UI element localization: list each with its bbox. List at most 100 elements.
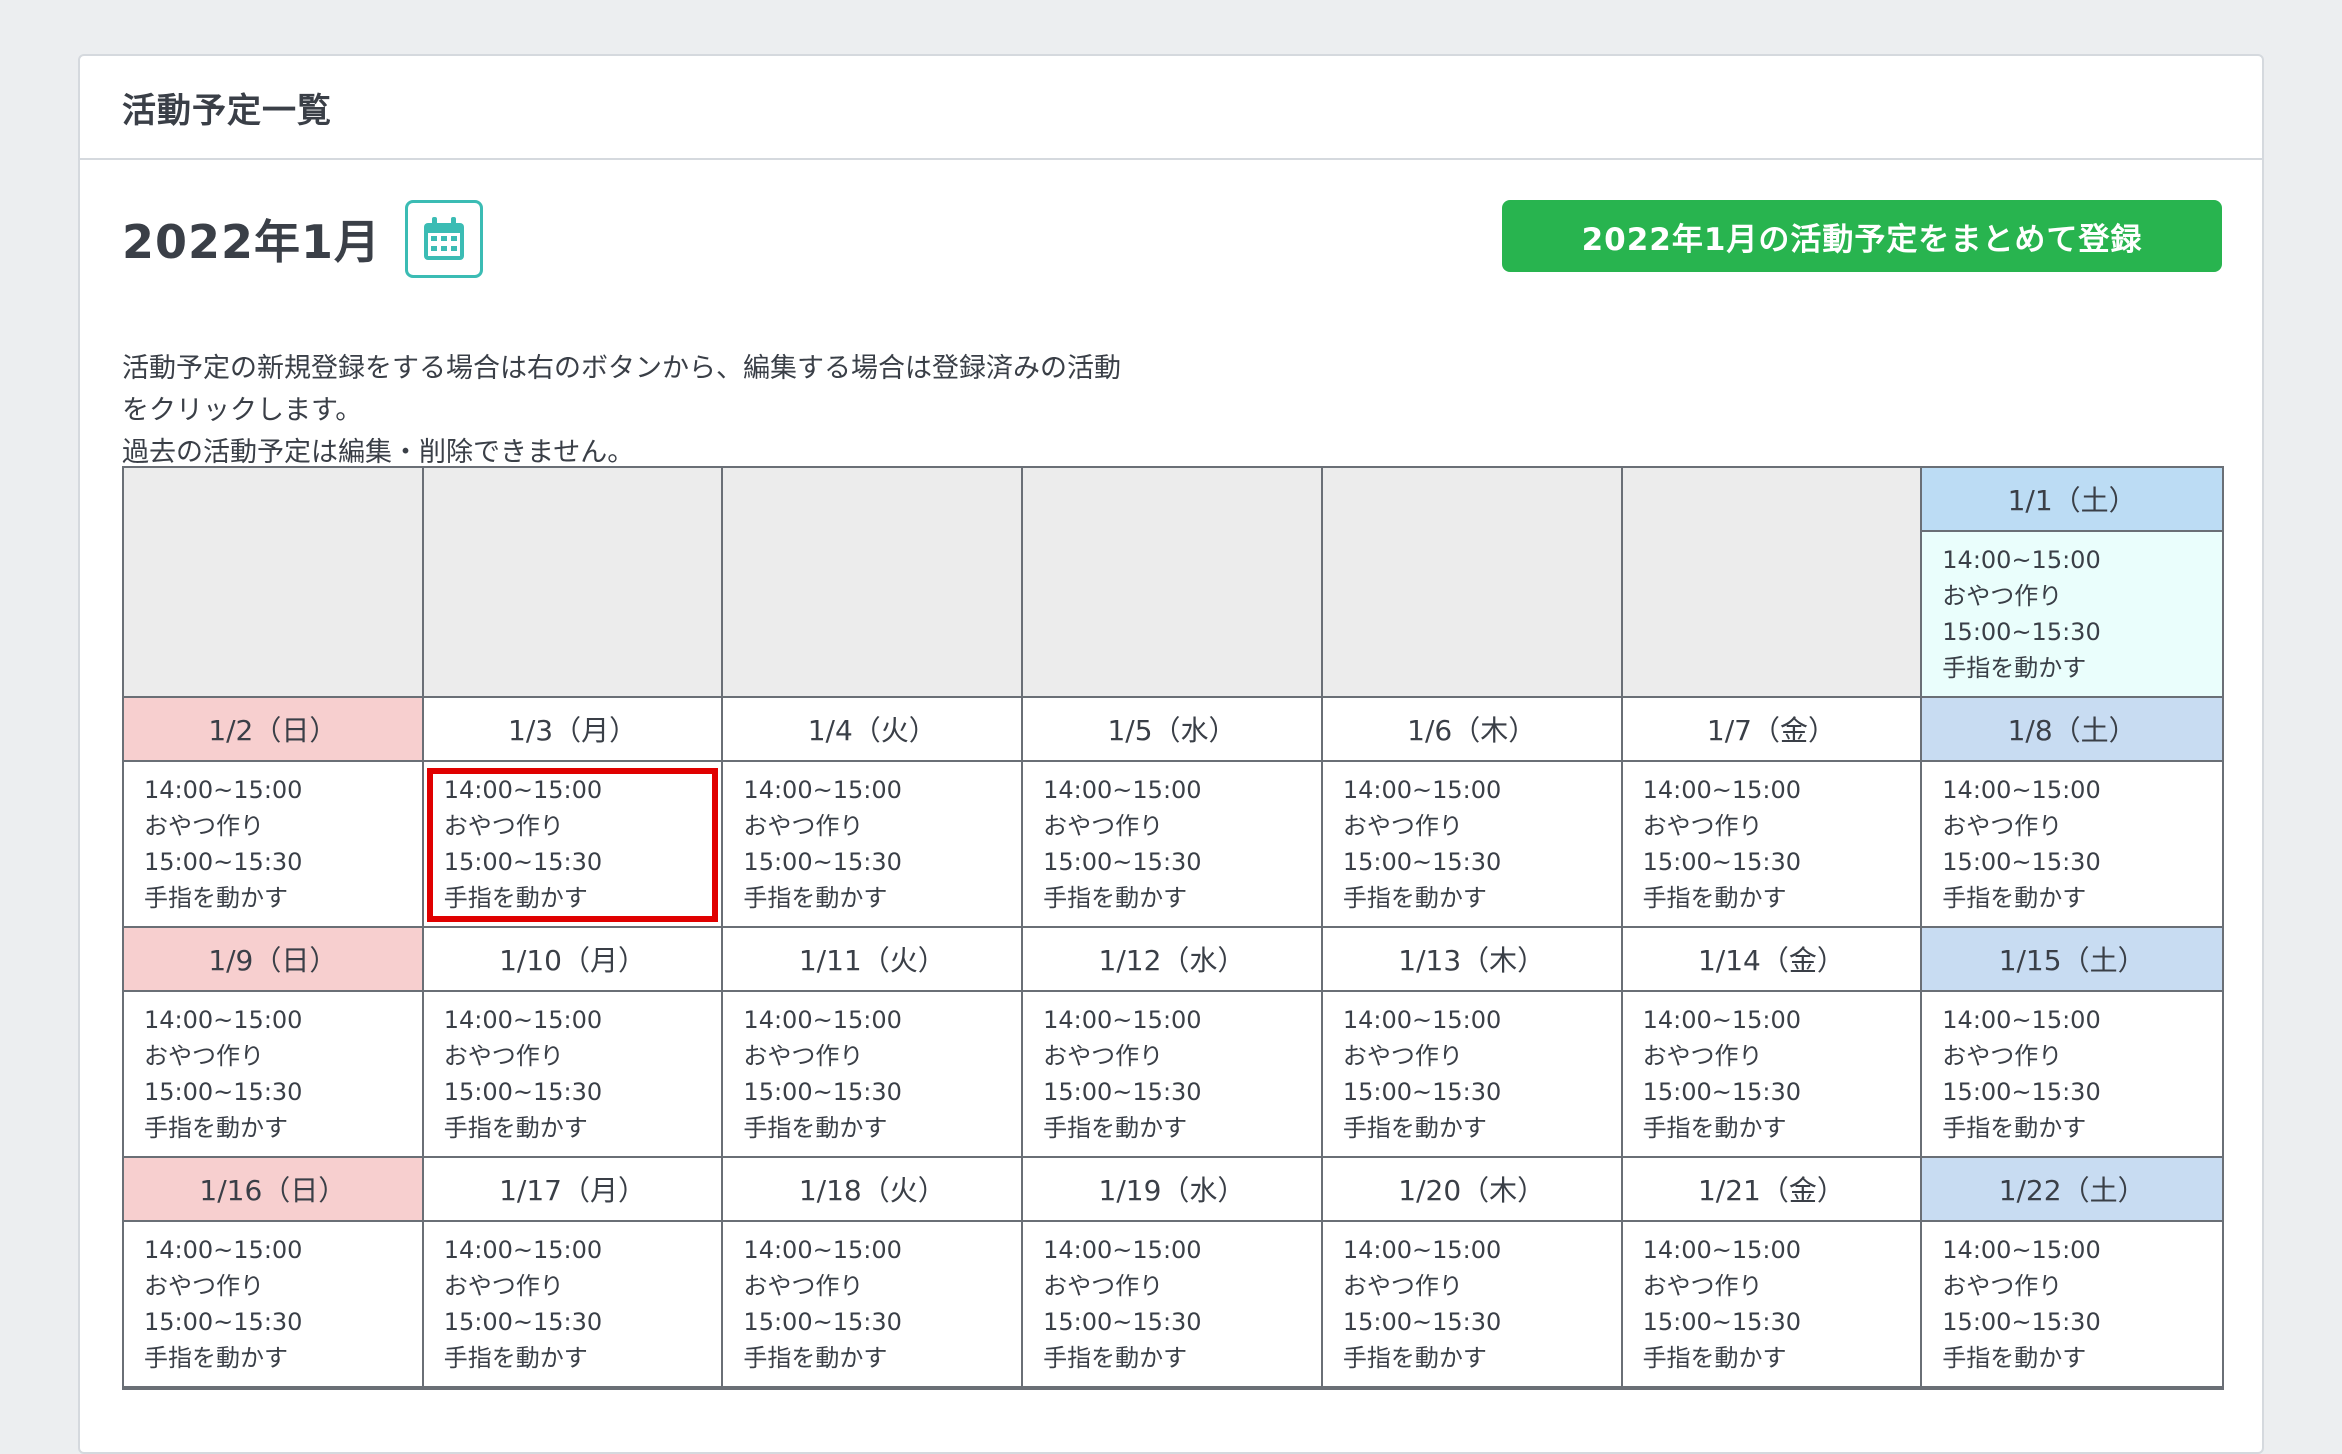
activity-entry[interactable]: 14:00~15:00 おやつ作り 15:00~15:30 手指を動かす: [723, 762, 1022, 926]
activity-name: おやつ作り: [1342, 1042, 1463, 1070]
activity-name: おやつ作り: [1642, 1272, 1763, 1300]
activity-name: おやつ作り: [443, 1042, 564, 1070]
calendar-day-cell: 1/8（土） 14:00~15:00 おやつ作り 15:00~15:30 手指を…: [1922, 698, 2222, 928]
calendar-day-cell: 1/3（月） 14:00~15:00 おやつ作り 15:00~15:30 手指を…: [423, 698, 724, 928]
activity-time: 15:00~15:30: [743, 848, 902, 876]
activity-entry[interactable]: 14:00~15:00 おやつ作り 15:00~15:30 手指を動かす: [1322, 992, 1621, 1156]
calendar-icon: [424, 217, 465, 260]
activity-entry[interactable]: 14:00~15:00 おやつ作り 15:00~15:30 手指を動かす: [423, 992, 722, 1156]
calendar-day-cell: 1/11（火） 14:00~15:00 おやつ作り 15:00~15:30 手指…: [723, 928, 1024, 1158]
activity-time: 14:00~15:00: [443, 776, 603, 804]
bulk-register-button[interactable]: 2022年1月の活動予定をまとめて登録: [1502, 200, 2222, 272]
activity-name: 手指を動かす: [1043, 1344, 1188, 1372]
activity-name: おやつ作り: [1942, 582, 2063, 610]
calendar-day-cell: 1/19（水） 14:00~15:00 おやつ作り 15:00~15:30 手指…: [1023, 1158, 1323, 1388]
day-header: 1/21（金）: [1622, 1158, 1921, 1222]
activity-entry[interactable]: 14:00~15:00 おやつ作り 15:00~15:30 手指を動かす: [124, 992, 422, 1156]
activity-time: 15:00~15:30: [743, 1078, 902, 1106]
activity-entry[interactable]: 14:00~15:00 おやつ作り 15:00~15:30 手指を動かす: [1622, 1222, 1921, 1386]
activity-time: 14:00~15:00: [1342, 1236, 1502, 1264]
activity-name: 手指を動かす: [1342, 1344, 1487, 1372]
activity-entry[interactable]: 14:00~15:00 おやつ作り 15:00~15:30 手指を動かす: [1922, 532, 2222, 696]
activity-time: 15:00~15:30: [1942, 1078, 2101, 1106]
calendar-day-cell: 1/5（水） 14:00~15:00 おやつ作り 15:00~15:30 手指を…: [1023, 698, 1323, 928]
calendar-empty-cell: [124, 468, 424, 698]
activity-name: 手指を動かす: [1642, 1114, 1787, 1142]
card-title: 活動予定一覧: [122, 90, 332, 131]
activity-time: 14:00~15:00: [1342, 776, 1502, 804]
activity-name: おやつ作り: [743, 1042, 864, 1070]
month-title: 2022年1月: [122, 215, 382, 269]
day-header: 1/17（月）: [423, 1158, 722, 1222]
activity-entry[interactable]: 14:00~15:00 おやつ作り 15:00~15:30 手指を動かす: [1622, 762, 1921, 926]
activity-name: おやつ作り: [1942, 1042, 2063, 1070]
calendar-empty-cell: [723, 468, 1024, 698]
day-header-saturday: 1/8（土）: [1922, 698, 2222, 762]
activity-name: おやつ作り: [144, 1272, 264, 1300]
activity-entry[interactable]: 14:00~15:00 おやつ作り 15:00~15:30 手指を動かす: [1023, 992, 1321, 1156]
calendar-day-cell: 1/9（日） 14:00~15:00 おやつ作り 15:00~15:30 手指を…: [124, 928, 424, 1158]
activity-name: おやつ作り: [144, 1042, 264, 1070]
day-header-saturday: 1/15（土）: [1922, 928, 2222, 992]
activity-name: 手指を動かす: [1043, 884, 1188, 912]
activity-entry[interactable]: 14:00~15:00 おやつ作り 15:00~15:30 手指を動かす: [1023, 1222, 1321, 1386]
activity-name: おやつ作り: [743, 1272, 864, 1300]
day-header: 1/11（火）: [723, 928, 1022, 992]
activity-time: 14:00~15:00: [1942, 1236, 2101, 1264]
activity-entry[interactable]: 14:00~15:00 おやつ作り 15:00~15:30 手指を動かす: [124, 1222, 422, 1386]
activity-time: 14:00~15:00: [743, 1236, 902, 1264]
calendar-day-cell: 1/21（金） 14:00~15:00 おやつ作り 15:00~15:30 手指…: [1622, 1158, 1923, 1388]
day-header: 1/14（金）: [1622, 928, 1921, 992]
activity-entry[interactable]: 14:00~15:00 おやつ作り 15:00~15:30 手指を動かす: [1922, 762, 2222, 926]
activity-time: 15:00~15:30: [144, 1078, 303, 1106]
activity-entry[interactable]: 14:00~15:00 おやつ作り 15:00~15:30 手指を動かす: [723, 1222, 1022, 1386]
activity-time: 15:00~15:30: [1342, 1078, 1502, 1106]
activity-entry[interactable]: 14:00~15:00 おやつ作り 15:00~15:30 手指を動かす: [1922, 992, 2222, 1156]
calendar-day-cell: 1/2（日） 14:00~15:00 おやつ作り 15:00~15:30 手指を…: [124, 698, 424, 928]
activity-time: 14:00~15:00: [1043, 1236, 1202, 1264]
activity-time: 15:00~15:30: [1942, 848, 2101, 876]
activity-name: 手指を動かす: [1642, 884, 1787, 912]
activity-time: 14:00~15:00: [1043, 776, 1202, 804]
activity-name: 手指を動かす: [1942, 1344, 2087, 1372]
activity-name: 手指を動かす: [443, 884, 588, 912]
calendar-day-cell: 1/6（木） 14:00~15:00 おやつ作り 15:00~15:30 手指を…: [1322, 698, 1623, 928]
calendar-empty-cell: [1622, 468, 1923, 698]
activity-entry[interactable]: 14:00~15:00 おやつ作り 15:00~15:30 手指を動かす: [423, 1222, 722, 1386]
day-header: 1/3（月）: [423, 698, 722, 762]
activity-entry[interactable]: 14:00~15:00 おやつ作り 15:00~15:30 手指を動かす: [124, 762, 422, 926]
activity-time: 14:00~15:00: [1942, 776, 2101, 804]
activity-name: おやつ作り: [1942, 812, 2063, 840]
activity-entry[interactable]: 14:00~15:00 おやつ作り 15:00~15:30 手指を動かす: [1622, 992, 1921, 1156]
activity-name: 手指を動かす: [144, 1344, 288, 1372]
activity-time: 14:00~15:00: [144, 1006, 303, 1034]
activity-name: おやつ作り: [144, 812, 264, 840]
calendar-day-cell: 1/10（月） 14:00~15:00 おやつ作り 15:00~15:30 手指…: [423, 928, 724, 1158]
activity-name: 手指を動かす: [1342, 884, 1487, 912]
activity-entry-selected[interactable]: 14:00~15:00 おやつ作り 15:00~15:30 手指を動かす: [423, 762, 722, 926]
activity-entry[interactable]: 14:00~15:00 おやつ作り 15:00~15:30 手指を動かす: [723, 992, 1022, 1156]
activity-name: 手指を動かす: [443, 1114, 588, 1142]
activity-time: 15:00~15:30: [743, 1308, 902, 1336]
calendar-day-cell: 1/1（土） 14:00~15:00 おやつ作り 15:00~15:30 手指を…: [1922, 468, 2222, 698]
activity-name: おやつ作り: [1642, 812, 1763, 840]
calendar-picker-button[interactable]: [405, 200, 484, 278]
activity-time: 14:00~15:00: [743, 776, 902, 804]
calendar-empty-cell: [423, 468, 724, 698]
activity-time: 14:00~15:00: [1942, 1006, 2101, 1034]
calendar-day-cell: 1/17（月） 14:00~15:00 おやつ作り 15:00~15:30 手指…: [423, 1158, 724, 1388]
activity-time: 15:00~15:30: [1043, 1308, 1202, 1336]
activity-entry[interactable]: 14:00~15:00 おやつ作り 15:00~15:30 手指を動かす: [1922, 1222, 2222, 1386]
day-header: 1/19（水）: [1023, 1158, 1321, 1222]
day-header: 1/13（木）: [1322, 928, 1621, 992]
activity-name: 手指を動かす: [1043, 1114, 1188, 1142]
calendar-day-cell: 1/18（火） 14:00~15:00 おやつ作り 15:00~15:30 手指…: [723, 1158, 1024, 1388]
activity-time: 15:00~15:30: [1642, 1078, 1801, 1106]
activity-name: 手指を動かす: [1942, 884, 2087, 912]
activity-entry[interactable]: 14:00~15:00 おやつ作り 15:00~15:30 手指を動かす: [1023, 762, 1321, 926]
activity-name: おやつ作り: [1043, 1042, 1164, 1070]
day-header: 1/20（木）: [1322, 1158, 1621, 1222]
activity-entry[interactable]: 14:00~15:00 おやつ作り 15:00~15:30 手指を動かす: [1322, 1222, 1621, 1386]
schedule-card: 活動予定一覧 2022年1月 2022年1月の活動予定をまとめて登録 活動予定の…: [78, 54, 2264, 1454]
activity-entry[interactable]: 14:00~15:00 おやつ作り 15:00~15:30 手指を動かす: [1322, 762, 1621, 926]
